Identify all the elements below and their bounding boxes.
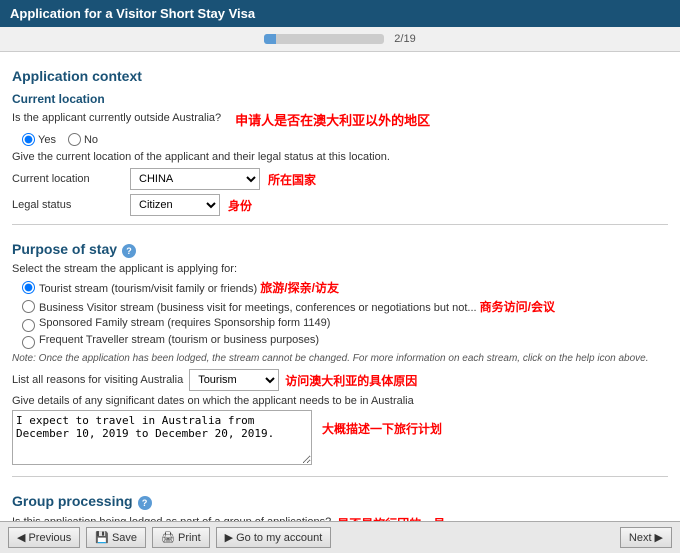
print-label: Print [178, 532, 201, 544]
current-location-section: Current location Is the applicant curren… [12, 92, 668, 216]
sponsored-stream-option: Sponsored Family stream (requires Sponso… [22, 317, 668, 332]
frequent-stream-label: Frequent Traveller stream (tourism or bu… [39, 334, 319, 346]
business-annotation: 商务访问/会议 [480, 300, 555, 314]
business-stream-option: Business Visitor stream (business visit … [22, 298, 668, 315]
list-reasons-label: List all reasons for visiting Australia [12, 374, 183, 386]
purpose-of-stay-title: Purpose of stay [12, 241, 117, 257]
application-context-title: Application context [12, 68, 668, 84]
current-location-label: Current location [12, 173, 122, 185]
progress-bar-container: 2/19 [0, 27, 680, 52]
progress-bar [264, 34, 384, 44]
sponsored-stream-radio[interactable] [22, 319, 35, 332]
business-stream-radio[interactable] [22, 300, 35, 313]
frequent-stream-radio[interactable] [22, 336, 35, 349]
save-label: Save [112, 532, 137, 544]
print-button[interactable]: 🖨 Print [152, 527, 210, 548]
previous-label: Previous [28, 532, 71, 544]
next-button[interactable]: Next ▶ [620, 527, 672, 548]
title-text: Application for a Visitor Short Stay Vis… [10, 6, 255, 21]
group-processing-title: Group processing [12, 493, 133, 509]
dates-textarea[interactable]: I expect to travel in Australia from Dec… [12, 410, 312, 465]
prev-icon: ◀ [17, 531, 25, 544]
next-icon: ▶ [655, 531, 663, 544]
previous-button[interactable]: ◀ Previous [8, 527, 80, 548]
outside-australia-annotation: 申请人是否在澳大利亚以外的地区 [235, 110, 430, 129]
tourist-stream-option: Tourist stream (tourism/visit family or … [22, 279, 668, 296]
title-bar: Application for a Visitor Short Stay Vis… [0, 0, 680, 27]
next-label: Next [629, 532, 652, 544]
outside-yes-radio[interactable] [22, 133, 35, 146]
save-button[interactable]: 💾 Save [86, 527, 146, 548]
dates-label: Give details of any significant dates on… [12, 395, 668, 407]
business-stream-label: Business Visitor stream (business visit … [39, 298, 555, 315]
tourist-stream-radio[interactable] [22, 281, 35, 294]
legal-status-select[interactable]: Citizen Permanent Resident Temporary Vis… [130, 194, 220, 216]
stream-options-container: Tourist stream (tourism/visit family or … [22, 279, 668, 349]
go-to-my-account-button[interactable]: ▶ Go to my account [216, 527, 332, 548]
purpose-help-icon[interactable]: ? [122, 244, 136, 258]
current-location-select[interactable]: CHINA Australia USA [130, 168, 260, 190]
current-location-title: Current location [12, 92, 668, 106]
account-icon: ▶ [225, 531, 233, 544]
dates-annotation: 大概描述一下旅行计划 [322, 420, 442, 437]
application-context-section: Application context Current location Is … [12, 68, 668, 542]
outside-no-label[interactable]: No [68, 133, 98, 146]
purpose-of-stay-section: Purpose of stay ? Select the stream the … [12, 233, 668, 468]
bottom-bar: ◀ Previous 💾 Save 🖨 Print ▶ Go to my acc… [0, 521, 680, 553]
frequent-stream-option: Frequent Traveller stream (tourism or bu… [22, 334, 668, 349]
sponsored-stream-label: Sponsored Family stream (requires Sponso… [39, 317, 330, 329]
location-desc: Give the current location of the applica… [12, 151, 668, 163]
reasons-annotation: 访问澳大利亚的具体原因 [285, 372, 417, 389]
status-annotation: 身份 [228, 197, 252, 214]
outside-australia-question: Is the applicant currently outside Austr… [12, 112, 221, 124]
tourist-stream-label: Tourist stream (tourism/visit family or … [39, 279, 339, 296]
save-icon: 💾 [95, 531, 109, 544]
page-counter: 2/19 [394, 33, 415, 45]
outside-yes-label[interactable]: Yes [22, 133, 56, 146]
legal-status-label: Legal status [12, 199, 122, 211]
go-to-my-account-label: Go to my account [236, 532, 322, 544]
select-stream-label: Select the stream the applicant is apply… [12, 263, 668, 275]
outside-no-radio[interactable] [68, 133, 81, 146]
print-icon: 🖨 [161, 531, 175, 544]
country-annotation: 所在国家 [268, 171, 316, 188]
group-help-icon[interactable]: ? [138, 496, 152, 510]
tourist-annotation: 旅游/探亲/访友 [260, 281, 339, 295]
list-reasons-select[interactable]: Tourism Business Family Visit [189, 369, 279, 391]
stream-note: Note: Once the application has been lodg… [12, 353, 668, 364]
